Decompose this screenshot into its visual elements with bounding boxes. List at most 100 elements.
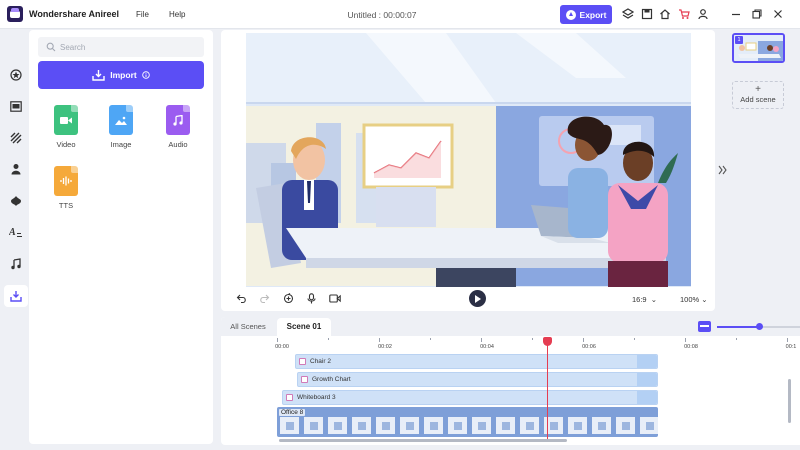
redo-icon[interactable] bbox=[259, 293, 270, 304]
export-label: Export bbox=[579, 9, 607, 20]
import-media-icon[interactable] bbox=[4, 285, 28, 307]
audio-icon bbox=[166, 105, 190, 135]
expand-panel-icon[interactable] bbox=[718, 163, 728, 177]
account-icon[interactable] bbox=[697, 8, 709, 20]
menu-file[interactable]: File bbox=[136, 10, 149, 19]
restore-icon[interactable] bbox=[751, 8, 763, 20]
track-end-handle[interactable] bbox=[637, 355, 657, 368]
background-track-label: Office 8 bbox=[279, 409, 306, 416]
app-logo bbox=[7, 6, 23, 22]
media-tile-image[interactable]: Image bbox=[101, 105, 141, 153]
cart-icon[interactable] bbox=[678, 8, 690, 20]
media-tile-audio[interactable]: Audio bbox=[158, 105, 198, 153]
scene-thumbnail[interactable]: 1 bbox=[732, 33, 785, 63]
track-background[interactable]: Office 8 bbox=[277, 407, 658, 437]
ruler-label: 00:04 bbox=[480, 344, 494, 350]
scene-icon[interactable] bbox=[7, 97, 25, 115]
search-box[interactable] bbox=[38, 37, 204, 57]
timeline-zoom-slider[interactable] bbox=[717, 323, 800, 330]
effects-icon[interactable] bbox=[7, 192, 25, 210]
download-icon bbox=[92, 70, 105, 81]
media-tile-video[interactable]: Video bbox=[46, 105, 86, 153]
media-tile-label: Image bbox=[110, 140, 132, 149]
import-label: Import bbox=[110, 70, 137, 80]
timeline-ruler[interactable]: 00:00 00:02 00:04 00:06 00:08 00:1 bbox=[275, 338, 800, 352]
ruler-label: 00:02 bbox=[378, 344, 392, 350]
media-panel: Import Video Image Audio TTS bbox=[29, 30, 213, 444]
playhead-handle[interactable] bbox=[543, 337, 552, 346]
scenes-panel: 1 + Add scene bbox=[717, 30, 800, 311]
replace-icon[interactable] bbox=[283, 293, 294, 304]
layers-icon[interactable] bbox=[622, 8, 634, 20]
zoom-select[interactable]: 100% ⌄ bbox=[680, 295, 708, 304]
save-icon[interactable] bbox=[641, 8, 653, 20]
prop-clip-icon bbox=[286, 394, 293, 401]
timeline-tabs: All Scenes Scene 01 bbox=[221, 317, 800, 336]
app-name: Wondershare Anireel bbox=[29, 9, 120, 19]
undo-icon[interactable] bbox=[236, 293, 247, 304]
media-tile-label: Audio bbox=[168, 140, 188, 149]
track-end-handle[interactable] bbox=[637, 373, 657, 386]
search-input[interactable] bbox=[60, 40, 200, 54]
people-icon[interactable] bbox=[7, 160, 25, 178]
ruler-label: 00:1 bbox=[785, 344, 797, 350]
add-scene-label: Add scene bbox=[740, 95, 776, 104]
timeline-panel: All Scenes Scene 01 00:00 00:02 00:04 00… bbox=[221, 317, 800, 445]
track-growth-chart[interactable]: Growth Chart bbox=[297, 372, 658, 387]
fit-timeline-icon[interactable] bbox=[698, 321, 711, 332]
track-end-handle[interactable] bbox=[637, 391, 657, 404]
zoom-value: 100% bbox=[680, 295, 700, 304]
ruler-label: 00:00 bbox=[275, 344, 289, 350]
search-icon bbox=[46, 42, 56, 52]
plus-icon: + bbox=[755, 84, 761, 95]
track-label: Growth Chart bbox=[312, 376, 351, 383]
title-bar: Wondershare Anireel File Help Untitled :… bbox=[0, 0, 800, 29]
menu-help[interactable]: Help bbox=[169, 10, 185, 19]
track-label: Whiteboard 3 bbox=[297, 394, 336, 401]
scene-canvas[interactable] bbox=[246, 33, 691, 287]
aspect-ratio-select[interactable]: 16:9 ⌄ bbox=[632, 295, 657, 304]
scene-number: 1 bbox=[735, 36, 743, 44]
close-icon[interactable] bbox=[772, 8, 784, 20]
microphone-icon[interactable] bbox=[306, 293, 317, 304]
info-icon[interactable] bbox=[141, 71, 150, 79]
timeline-horizontal-scrollbar[interactable] bbox=[279, 439, 567, 442]
track-label: Chair 2 bbox=[310, 358, 331, 365]
text-icon[interactable]: A bbox=[7, 223, 25, 241]
ruler-label: 00:06 bbox=[582, 344, 596, 350]
character-icon[interactable] bbox=[7, 66, 25, 84]
music-icon[interactable] bbox=[7, 255, 25, 273]
prop-clip-icon bbox=[301, 376, 308, 383]
character-clip-icon bbox=[299, 358, 306, 365]
ruler-label: 00:08 bbox=[684, 344, 698, 350]
side-rail: A bbox=[0, 30, 30, 450]
track-chair-2[interactable]: Chair 2 bbox=[295, 354, 658, 369]
track-whiteboard-3[interactable]: Whiteboard 3 bbox=[282, 390, 658, 405]
tab-all-scenes[interactable]: All Scenes bbox=[221, 318, 275, 336]
playhead-line bbox=[547, 344, 548, 439]
export-icon bbox=[565, 9, 576, 20]
aspect-ratio-value: 16:9 bbox=[632, 295, 647, 304]
document-title: Untitled : 00:00:07 bbox=[347, 10, 417, 20]
props-icon[interactable] bbox=[7, 129, 25, 147]
camera-icon[interactable] bbox=[329, 293, 341, 304]
preview-panel: 16:9 ⌄ 100% ⌄ bbox=[221, 30, 715, 311]
minimize-icon[interactable] bbox=[730, 8, 742, 20]
office-scene-illustration bbox=[246, 33, 691, 287]
home-icon[interactable] bbox=[659, 8, 671, 20]
media-tile-label: Video bbox=[56, 140, 76, 149]
timeline-zoom-knob[interactable] bbox=[755, 323, 763, 330]
media-tile-label: TTS bbox=[58, 201, 74, 210]
timeline-vertical-scrollbar[interactable] bbox=[788, 379, 791, 423]
import-button[interactable]: Import bbox=[38, 61, 204, 89]
image-icon bbox=[109, 105, 133, 135]
add-scene-button[interactable]: + Add scene bbox=[732, 81, 784, 109]
timeline-zoom-fill bbox=[717, 326, 759, 328]
tts-icon bbox=[54, 166, 78, 196]
tab-scene-01[interactable]: Scene 01 bbox=[277, 318, 331, 336]
export-button[interactable]: Export bbox=[560, 5, 612, 24]
media-tile-tts[interactable]: TTS bbox=[46, 166, 86, 214]
video-icon bbox=[54, 105, 78, 135]
play-button[interactable] bbox=[469, 290, 486, 307]
svg-text:A: A bbox=[9, 227, 16, 238]
